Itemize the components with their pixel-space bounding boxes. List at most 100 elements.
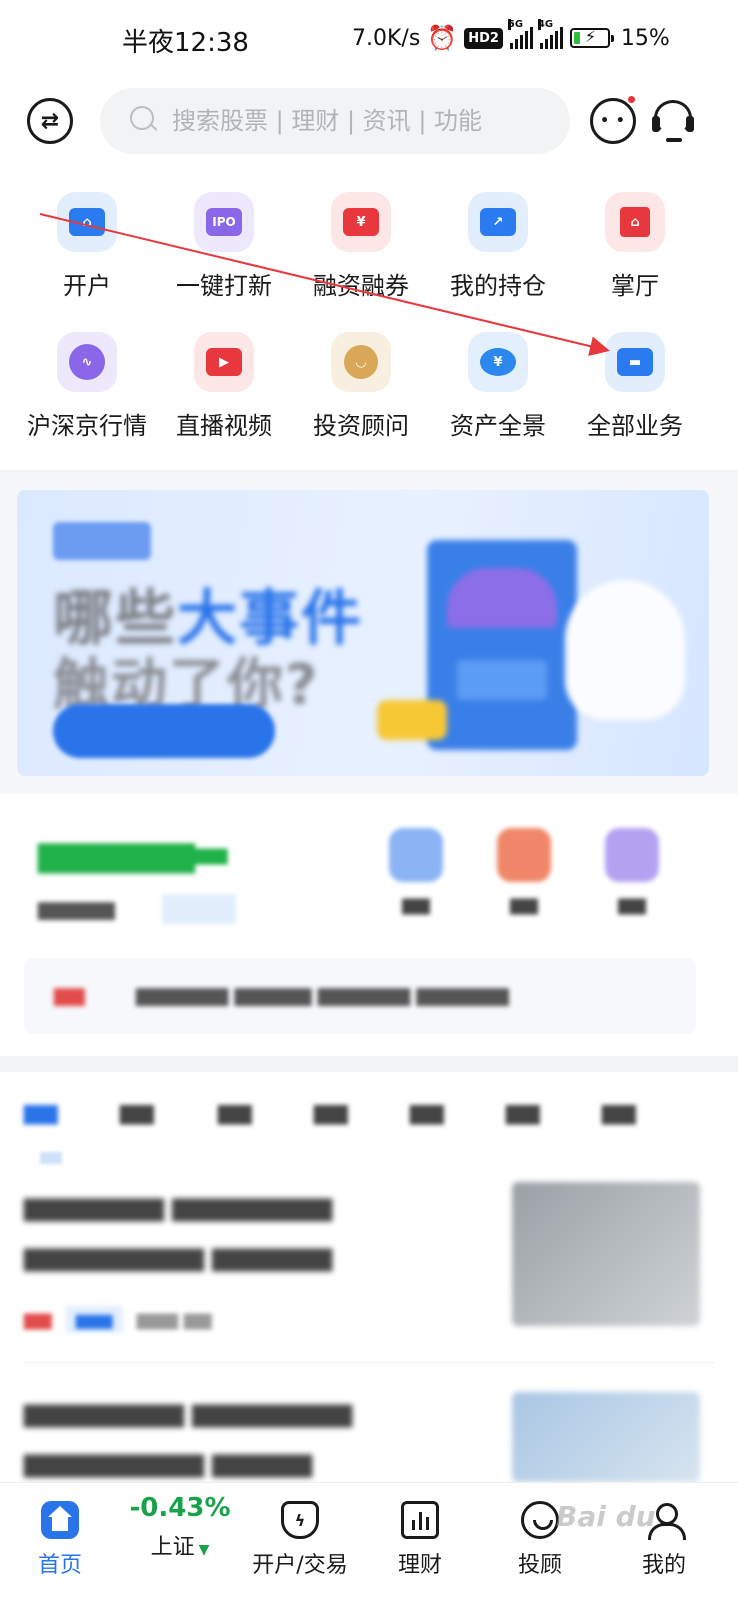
feed-tab[interactable]: ▆▆: [24, 1100, 58, 1125]
tab-indicator: [40, 1152, 62, 1164]
search-row: ⇄ • •: [0, 86, 738, 158]
grid-item-advisor[interactable]: ◡ 投资顾问: [292, 332, 430, 452]
banner-gold-ingot: [377, 700, 447, 740]
grid-item-label: 开户: [63, 272, 111, 300]
nav-me-label: 我的: [641, 1553, 686, 1578]
index-change: ▆▆▆: [186, 844, 228, 865]
dropdown-triangle-icon: ▼: [198, 1542, 210, 1558]
feed-tabs: ▆▆ ▆▆ ▆▆ ▆▆ ▆▆ ▆▆ ▆▆: [0, 1092, 738, 1164]
quick-entry-label: ▆▆: [618, 894, 646, 915]
nav-wealth[interactable]: 理财: [360, 1483, 480, 1600]
grid-item-margin[interactable]: ¥ 融资融券: [292, 192, 430, 312]
banner-action-button[interactable]: [53, 704, 275, 758]
feed-tab[interactable]: ▆▆: [410, 1100, 444, 1125]
quick-entry-3[interactable]: ▆▆: [600, 828, 664, 915]
index-change-percent: -0.43%: [129, 1493, 231, 1523]
net-5g-label: 5G: [507, 19, 524, 30]
advisor-smile-icon: [521, 1501, 559, 1539]
banner-illustration: [427, 540, 577, 750]
trade-shield-icon: ϟ: [281, 1501, 319, 1539]
search-input[interactable]: [172, 107, 502, 135]
feed-tab[interactable]: ▆▆: [120, 1100, 154, 1125]
news-thumbnail: [512, 1392, 700, 1482]
grid-item-label: 直播视频: [176, 412, 272, 440]
grid-item-holdings[interactable]: ↗ 我的持仓: [429, 192, 567, 312]
search-bar[interactable]: [100, 88, 570, 154]
nav-home[interactable]: 首页: [0, 1483, 120, 1600]
feed-tab[interactable]: ▆▆: [218, 1100, 252, 1125]
nav-home-label: 首页: [37, 1553, 82, 1578]
news-tag: ▆▆▆: [65, 1306, 123, 1333]
feed-tab[interactable]: ▆▆: [506, 1100, 540, 1125]
nav-trade-label: 开户/交易: [252, 1553, 348, 1578]
home-hall-icon: ⌂: [605, 192, 665, 252]
grid-item-hall[interactable]: ⌂ 掌厅: [566, 192, 704, 312]
search-icon: [130, 106, 160, 136]
index-name: 上证: [150, 1535, 195, 1560]
grid-item-label: 一键打新: [176, 272, 272, 300]
news-ticker[interactable]: ▆▆ ▆▆▆▆▆▆ ▆▆▆▆▆ ▆▆▆▆▆▆ ▆▆▆▆▆▆: [24, 958, 696, 1034]
grid-item-label: 投资顾问: [313, 412, 409, 440]
index-name: ▆▆▆▆▆: [38, 896, 115, 920]
status-bar: 半夜12:38 7.0K/s ⏰ HD2 5G 4G ⚡ 15%: [0, 0, 738, 80]
status-time: 半夜12:38: [122, 28, 249, 58]
news-meta: ▆▆ ▆▆▆ ▆▆▆ ▆▆: [24, 1306, 212, 1333]
quick-entry-2[interactable]: ▆▆: [492, 828, 556, 915]
market-overview: ▆▆▆▆▆▆ ▆▆▆ ▆▆▆▆▆ ▆▆ ▆▆ ▆▆ ▆▆ ▆▆▆▆▆▆ ▆▆▆▆…: [0, 794, 738, 1056]
hd-badge: HD2: [464, 27, 503, 49]
switch-account-button[interactable]: ⇄: [27, 98, 73, 144]
quick-entry-icon: [605, 828, 659, 882]
holdings-chart-icon: ↗: [468, 192, 528, 252]
feed-tab[interactable]: ▆▆: [314, 1100, 348, 1125]
nav-index[interactable]: -0.43% 上证 ▼: [120, 1483, 240, 1600]
asset-coins-icon: ¥: [468, 332, 528, 392]
grid-item-label: 掌厅: [611, 272, 659, 300]
battery-percent: 15%: [620, 25, 670, 51]
ticker-text: ▆▆▆▆▆▆ ▆▆▆▆▆ ▆▆▆▆▆▆ ▆▆▆▆▆▆: [136, 982, 509, 1006]
grid-item-label: 融资融券: [313, 272, 409, 300]
index-name-label: 上证 ▼: [120, 1529, 240, 1561]
unread-dot: [626, 94, 637, 105]
net-4g-label: 4G: [537, 19, 554, 30]
grid-item-market[interactable]: ∿ 沪深京行情: [18, 332, 156, 452]
banner-tag: [53, 522, 151, 560]
grid-item-open-account[interactable]: ⌂ 开户: [18, 192, 156, 312]
feed-divider: [24, 1362, 714, 1363]
signal-5g-icon: 5G: [507, 19, 533, 49]
net-speed: 7.0K/s: [352, 25, 421, 51]
quick-entry-icon: [497, 828, 551, 882]
news-title: ▆▆▆▆▆▆▆▆ ▆▆▆▆▆▆▆▆ ▆▆▆▆▆▆▆▆▆ ▆▆▆▆▆: [24, 1398, 353, 1478]
news-time: ▆▆▆ ▆▆: [136, 1309, 212, 1330]
grid-item-live[interactable]: ▶ 直播视频: [155, 332, 293, 452]
swap-arrows-icon: ⇄: [40, 108, 60, 134]
alarm-icon: ⏰: [427, 24, 458, 52]
live-tv-icon: ▶: [194, 332, 254, 392]
pulse-icon: ∿: [57, 332, 117, 392]
nav-advisor-label: 投顾: [517, 1553, 562, 1578]
nav-wealth-label: 理财: [397, 1553, 442, 1578]
grid-item-ipo[interactable]: IPO 一键打新: [155, 192, 293, 312]
news-feed: ▆▆ ▆▆ ▆▆ ▆▆ ▆▆ ▆▆ ▆▆ ▆▆▆▆▆▆▆ ▆▆▆▆▆▆▆▆ ▆▆…: [0, 1072, 738, 1482]
index-tag[interactable]: [162, 894, 236, 924]
grid-item-label: 资产全景: [450, 412, 546, 440]
grid-item-assets[interactable]: ¥ 资产全景: [429, 332, 567, 452]
quick-entry-1[interactable]: ▆▆: [384, 828, 448, 915]
customer-service-button[interactable]: [650, 98, 696, 144]
message-bubble-icon: • •: [600, 113, 626, 129]
advisor-icon: ◡: [331, 332, 391, 392]
feed-tab[interactable]: ▆▆: [602, 1100, 636, 1125]
grid-item-all-business[interactable]: ▬ 全部业务: [566, 332, 704, 452]
grid-item-label: 沪深京行情: [27, 412, 147, 440]
promo-banner[interactable]: 哪些大事件 触动了你?: [17, 490, 709, 776]
nav-trade[interactable]: ϟ 开户/交易: [240, 1483, 360, 1600]
shortcut-grid: ⌂ 开户 IPO 一键打新 ¥ 融资融券 ↗ 我的持仓 ⌂ 掌厅 ∿ 沪深京行情…: [0, 186, 738, 446]
status-indicators: 7.0K/s ⏰ HD2 5G 4G ⚡ 15%: [352, 19, 670, 52]
news-item[interactable]: ▆▆▆▆▆▆▆ ▆▆▆▆▆▆▆▆ ▆▆▆▆▆▆▆▆▆ ▆▆▆▆▆▆ ▆▆ ▆▆▆…: [0, 1172, 738, 1362]
watermark-logo: Bai du: [556, 1500, 656, 1533]
quick-entry-label: ▆▆: [510, 894, 538, 915]
wealth-chart-icon: [401, 1501, 439, 1539]
banner-character: [565, 580, 685, 720]
news-item[interactable]: ▆▆▆▆▆▆▆▆ ▆▆▆▆▆▆▆▆ ▆▆▆▆▆▆▆▆▆ ▆▆▆▆▆: [0, 1382, 738, 1482]
message-button[interactable]: • •: [590, 98, 636, 144]
briefcase-icon: ▬: [605, 332, 665, 392]
